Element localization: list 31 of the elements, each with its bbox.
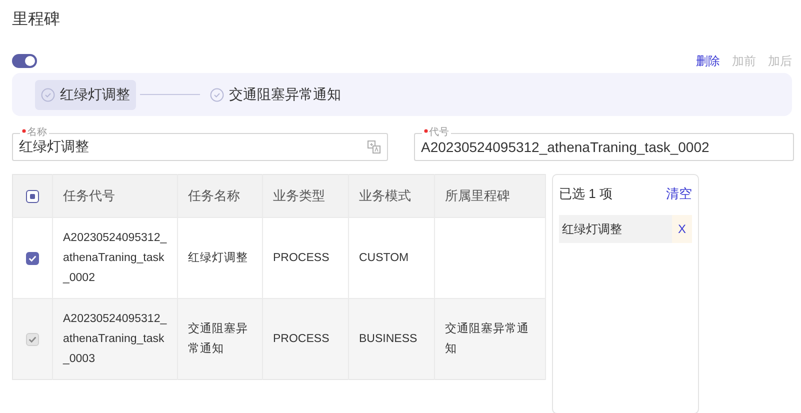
table-cell: 红绿灯调整 [188,252,248,264]
column-header: 业务模式 [348,174,434,218]
select-all-checkbox[interactable] [26,190,39,202]
page-title: 里程碑 [12,10,61,30]
check-icon [28,334,37,344]
column-header: 任务代号 [52,174,178,218]
field-label: 名称 [20,127,49,139]
checkbox[interactable] [26,252,39,264]
action-link[interactable]: 删除 [696,52,720,70]
check-circle-icon [41,88,55,102]
toggle-switch[interactable] [12,54,37,68]
check-icon [28,254,37,262]
table-cell: 交通阻塞异常通知 [188,323,248,355]
column-header: 所属里程碑 [434,174,546,218]
table-cell: A20230524095312_athenaTraning_task_0003 [63,313,167,365]
selected-item: 红绿灯调整 X [559,215,692,243]
table-cell: CUSTOM [359,252,409,264]
field-label: 代号 [422,127,451,139]
clear-link[interactable]: 清空 [666,185,692,203]
table-cell: A20230524095312_athenaTraning_task_0002 [63,232,167,284]
table-cell: PROCESS [273,252,330,264]
remove-button[interactable]: X [672,215,692,243]
selection-count: 已选 1 项 [559,185,612,203]
table-cell: BUSINESS [359,333,418,345]
table-cell: PROCESS [273,333,330,345]
check-circle-icon [210,88,224,102]
milestone-step[interactable]: 交通阻塞异常通知 [204,80,347,110]
column-header: 业务类型 [262,174,348,218]
column-header: 任务名称 [178,174,262,218]
table-cell: 交通阻塞异常通知 [445,323,529,355]
milestone-step[interactable]: 红绿灯调整 [35,80,136,110]
